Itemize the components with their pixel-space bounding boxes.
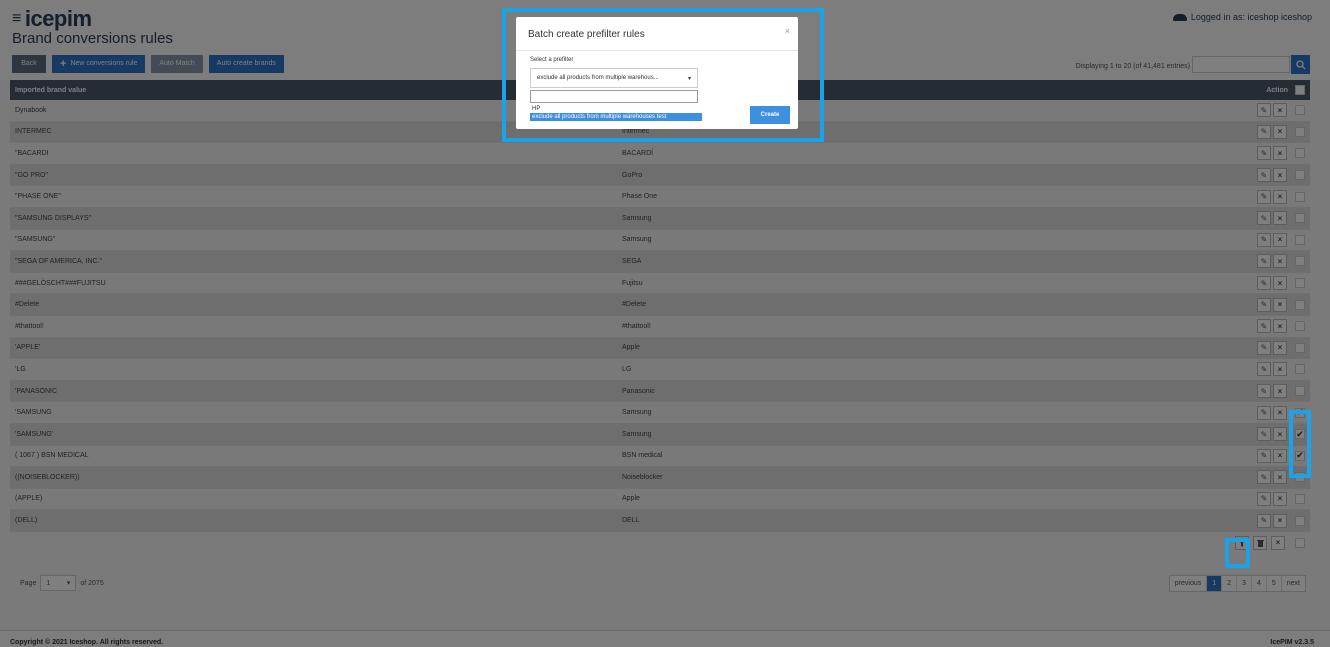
filter-button-highlight	[1225, 538, 1250, 568]
checked-rows-highlight	[1289, 410, 1311, 478]
modal-highlight	[502, 8, 824, 142]
